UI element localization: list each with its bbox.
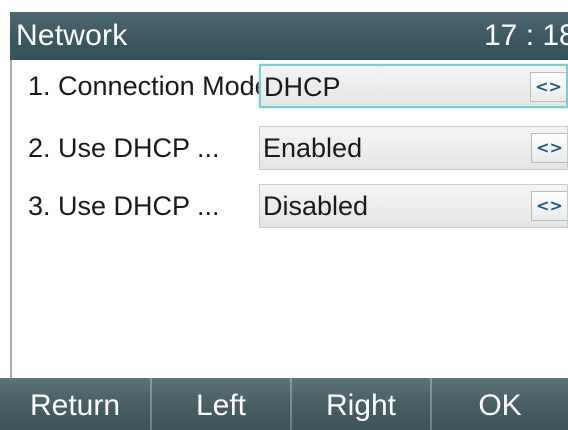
page-title: Network (16, 19, 128, 52)
phone-screen: Network 17 : 18 1. Connection Mode DHCP … (0, 0, 568, 430)
setting-row-connection-mode[interactable]: 1. Connection Mode DHCP <> (12, 64, 568, 110)
setting-value: Disabled (263, 191, 369, 221)
right-softkey[interactable]: Right (292, 378, 430, 430)
setting-value: Enabled (263, 133, 363, 163)
settings-list: 1. Connection Mode DHCP <> 2. Use DHCP .… (10, 60, 568, 378)
left-right-arrow-icon[interactable]: <> (531, 133, 567, 163)
title-bar: Network 17 : 18 (10, 12, 568, 60)
setting-value: DHCP (264, 72, 341, 102)
setting-row-use-dhcp-2[interactable]: 3. Use DHCP ... Disabled <> (12, 184, 568, 230)
setting-label: 2. Use DHCP ... (28, 133, 220, 163)
left-right-arrow-icon[interactable]: <> (530, 72, 566, 102)
return-softkey[interactable]: Return (0, 378, 150, 430)
ok-softkey[interactable]: OK (432, 378, 568, 430)
use-dhcp-2-selector[interactable]: Disabled <> (259, 184, 568, 228)
left-softkey[interactable]: Left (152, 378, 290, 430)
connection-mode-selector[interactable]: DHCP <> (259, 64, 568, 108)
setting-label: 3. Use DHCP ... (28, 191, 220, 221)
softkey-bar: Return Left Right OK (0, 378, 568, 430)
use-dhcp-1-selector[interactable]: Enabled <> (259, 126, 568, 170)
setting-label: 1. Connection Mode (28, 71, 260, 101)
left-right-arrow-icon[interactable]: <> (531, 191, 567, 221)
setting-row-use-dhcp-1[interactable]: 2. Use DHCP ... Enabled <> (12, 126, 568, 172)
clock: 17 : 18 (484, 19, 568, 52)
